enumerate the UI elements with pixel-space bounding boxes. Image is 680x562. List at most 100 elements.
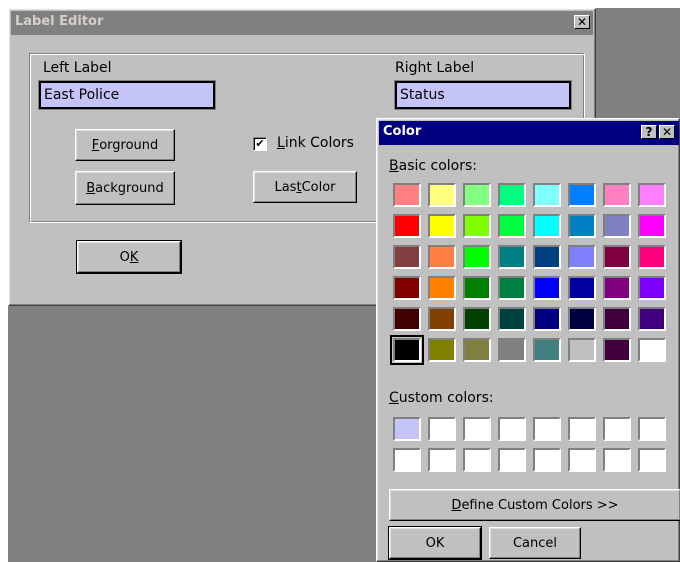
custom-color-swatch-10[interactable] — [428, 448, 456, 472]
basic-color-swatch-37[interactable] — [533, 307, 561, 331]
basic-color-swatch-14[interactable] — [568, 214, 596, 238]
label-editor-close-button[interactable]: ✕ — [574, 15, 590, 29]
basic-color-swatch-28[interactable] — [498, 276, 526, 300]
basic-color-swatch-6[interactable] — [568, 183, 596, 207]
left-label-input[interactable]: East Police — [39, 81, 215, 109]
basic-color-swatch-7[interactable] — [603, 183, 631, 207]
basic-color-swatch-24[interactable] — [638, 245, 666, 269]
color-dialog-close-button[interactable]: ✕ — [659, 125, 675, 139]
custom-color-swatch-12[interactable] — [498, 448, 526, 472]
foreground-label: orground — [99, 137, 159, 153]
cancel-label: Cancel — [512, 535, 558, 551]
custom-color-swatch-8[interactable] — [638, 417, 666, 441]
basic-color-swatch-36[interactable] — [498, 307, 526, 331]
desktop-area-right — [596, 8, 680, 118]
basic-color-swatch-48[interactable] — [638, 338, 666, 362]
basic-color-swatch-27[interactable] — [463, 276, 491, 300]
label-editor-ok-button[interactable]: OK — [76, 240, 182, 274]
right-label-caption: Right Label — [395, 60, 475, 76]
basic-color-swatch-22[interactable] — [568, 245, 596, 269]
last-color-post: Color — [301, 179, 336, 195]
basic-color-swatch-31[interactable] — [603, 276, 631, 300]
basic-color-swatch-2[interactable] — [428, 183, 456, 207]
basic-color-swatch-10[interactable] — [428, 214, 456, 238]
basic-color-swatch-29[interactable] — [533, 276, 561, 300]
basic-color-swatch-1[interactable] — [393, 183, 421, 207]
basic-colors-mnemonic: B — [389, 158, 399, 174]
basic-color-swatch-43[interactable] — [463, 338, 491, 362]
basic-color-swatch-34[interactable] — [428, 307, 456, 331]
custom-color-swatch-11[interactable] — [463, 448, 491, 472]
define-mnemonic: D — [451, 497, 462, 513]
desktop-area-bottom — [8, 306, 378, 562]
ok-pre: O — [119, 249, 130, 265]
basic-color-swatch-12[interactable] — [498, 214, 526, 238]
foreground-button[interactable]: Forground — [75, 129, 175, 161]
basic-color-swatch-25[interactable] — [393, 276, 421, 300]
basic-color-swatch-40[interactable] — [638, 307, 666, 331]
basic-color-swatch-4[interactable] — [498, 183, 526, 207]
label-editor-titlebar: Label Editor — [11, 11, 593, 35]
close-icon: ✕ — [661, 125, 673, 139]
link-colors-label[interactable]: Link Colors — [277, 135, 354, 151]
custom-color-swatch-16[interactable] — [638, 448, 666, 472]
basic-color-swatch-13[interactable] — [533, 214, 561, 238]
basic-color-swatch-44[interactable] — [498, 338, 526, 362]
custom-color-swatch-1[interactable] — [393, 417, 421, 441]
basic-colors-label: Basic colors: — [389, 158, 477, 174]
custom-colors-label: Custom colors: — [389, 390, 494, 406]
background-label: ackground — [95, 180, 164, 196]
custom-color-swatch-2[interactable] — [428, 417, 456, 441]
link-colors-checkbox[interactable]: ✔ — [253, 137, 267, 151]
basic-color-swatch-33[interactable] — [393, 307, 421, 331]
basic-color-swatch-9[interactable] — [393, 214, 421, 238]
basic-color-swatch-23[interactable] — [603, 245, 631, 269]
last-color-pre: Las — [274, 179, 297, 195]
custom-color-swatch-13[interactable] — [533, 448, 561, 472]
basic-color-swatch-30[interactable] — [568, 276, 596, 300]
custom-color-swatch-5[interactable] — [533, 417, 561, 441]
color-cancel-button[interactable]: Cancel — [489, 527, 581, 559]
link-colors-mnemonic: L — [277, 135, 285, 151]
basic-color-swatch-21[interactable] — [533, 245, 561, 269]
basic-color-swatch-11[interactable] — [463, 214, 491, 238]
custom-colors-mnemonic: C — [389, 390, 399, 406]
basic-color-swatch-39[interactable] — [603, 307, 631, 331]
custom-color-swatch-3[interactable] — [463, 417, 491, 441]
basic-color-swatch-42[interactable] — [428, 338, 456, 362]
basic-color-swatch-15[interactable] — [603, 214, 631, 238]
custom-color-swatch-7[interactable] — [603, 417, 631, 441]
basic-color-swatch-18[interactable] — [428, 245, 456, 269]
custom-colors-grid — [393, 417, 669, 473]
right-label-input[interactable]: Status — [395, 81, 571, 109]
basic-color-swatch-5[interactable] — [533, 183, 561, 207]
custom-color-swatch-4[interactable] — [498, 417, 526, 441]
basic-color-swatch-45[interactable] — [533, 338, 561, 362]
basic-color-swatch-3[interactable] — [463, 183, 491, 207]
link-colors-text: ink Colors — [284, 135, 354, 151]
last-color-button[interactable]: Las t Color — [253, 171, 357, 203]
help-icon: ? — [645, 125, 653, 139]
basic-color-swatch-17[interactable] — [393, 245, 421, 269]
foreground-mnemonic: F — [91, 137, 100, 153]
custom-color-swatch-15[interactable] — [603, 448, 631, 472]
basic-color-swatch-19[interactable] — [463, 245, 491, 269]
help-button[interactable]: ? — [641, 125, 657, 139]
custom-color-swatch-6[interactable] — [568, 417, 596, 441]
custom-color-swatch-14[interactable] — [568, 448, 596, 472]
basic-color-swatch-8[interactable] — [638, 183, 666, 207]
basic-color-swatch-47[interactable] — [603, 338, 631, 362]
basic-color-swatch-32[interactable] — [638, 276, 666, 300]
basic-color-swatch-41[interactable] — [390, 335, 424, 365]
define-custom-colors-button[interactable]: Define Custom Colors >> — [389, 489, 680, 521]
color-ok-button[interactable]: OK — [388, 526, 482, 560]
basic-color-swatch-26[interactable] — [428, 276, 456, 300]
basic-color-swatch-35[interactable] — [463, 307, 491, 331]
custom-color-swatch-9[interactable] — [393, 448, 421, 472]
basic-color-swatch-20[interactable] — [498, 245, 526, 269]
basic-color-swatch-38[interactable] — [568, 307, 596, 331]
basic-color-swatch-16[interactable] — [638, 214, 666, 238]
basic-color-swatch-46[interactable] — [568, 338, 596, 362]
background-button[interactable]: Background — [75, 171, 175, 205]
custom-colors-text: ustom colors: — [398, 390, 494, 406]
